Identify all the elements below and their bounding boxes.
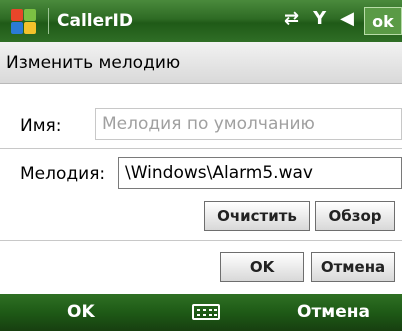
title-ok-button[interactable]: ok: [364, 7, 402, 35]
title-separator: [48, 8, 49, 34]
name-input[interactable]: Мелодия по умолчанию: [95, 108, 402, 140]
speaker-off-icon[interactable]: ◀: [340, 8, 354, 29]
ok-button[interactable]: OK: [220, 252, 304, 282]
title-bar: CallerID ⇄ Y ◀ ok: [0, 0, 402, 42]
app-title: CallerID: [57, 11, 133, 31]
status-icons: ⇄ Y ◀: [284, 8, 354, 29]
windows-start-icon[interactable]: [8, 6, 38, 36]
cancel-button[interactable]: Отмена: [311, 252, 395, 282]
divider-2: [0, 240, 402, 241]
divider-1: [0, 148, 402, 149]
left-softkey[interactable]: OK: [67, 302, 95, 322]
name-label: Имя:: [20, 116, 62, 136]
browse-button[interactable]: Обзор: [315, 201, 395, 231]
page-title: Изменить мелодию: [0, 42, 402, 84]
menu-bar: OK Отмена: [0, 294, 402, 331]
ringtone-label: Мелодия:: [20, 164, 106, 184]
ringtone-path-input[interactable]: \Windows\Alarm5.wav: [118, 157, 402, 189]
keyboard-icon[interactable]: [192, 304, 220, 320]
signal-off-icon[interactable]: Y: [313, 8, 326, 29]
right-softkey[interactable]: Отмена: [297, 302, 370, 322]
sync-icon[interactable]: ⇄: [284, 8, 299, 29]
clear-button[interactable]: Очистить: [204, 201, 310, 231]
